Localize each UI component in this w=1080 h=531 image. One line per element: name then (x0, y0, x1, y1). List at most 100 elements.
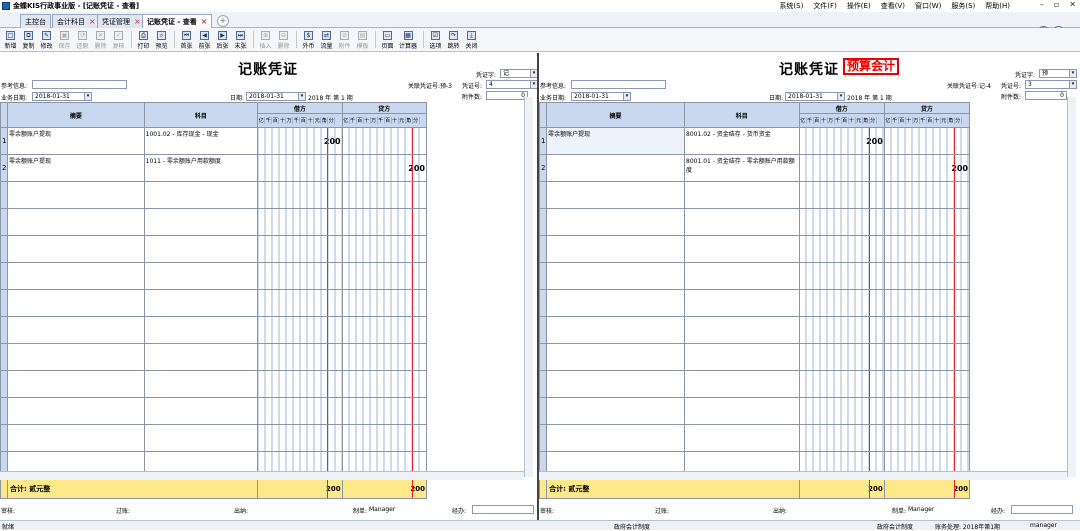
ref-info-input[interactable] (32, 80, 127, 89)
options-button[interactable]: ☑ 选项 (427, 28, 444, 51)
debit-amount-cell[interactable] (798, 181, 885, 209)
currency-button[interactable]: $ 外币 (300, 28, 317, 51)
summary-cell[interactable]: 零余额账户提现 (7, 127, 145, 155)
next-button[interactable]: ▶ 后张 (214, 28, 231, 51)
debit-amount-cell[interactable] (257, 397, 343, 425)
credit-amount-cell[interactable] (341, 289, 428, 317)
table-row[interactable] (0, 370, 428, 398)
summary-cell[interactable] (546, 289, 686, 317)
debit-amount-cell[interactable] (798, 289, 885, 317)
table-row[interactable]: 1 零余额账户提现 1001.02 - 库存现金 - 现金 200 (0, 127, 428, 155)
debit-amount-cell[interactable] (257, 235, 343, 263)
table-row[interactable] (539, 370, 971, 398)
account-cell[interactable] (143, 397, 259, 425)
credit-amount-cell[interactable] (341, 424, 428, 452)
account-cell[interactable] (684, 316, 800, 344)
summary-cell[interactable] (546, 235, 686, 263)
voucher-word-select[interactable]: 记 ▾ (500, 69, 537, 78)
table-row[interactable] (539, 181, 971, 209)
credit-amount-cell[interactable] (883, 316, 971, 344)
table-row[interactable] (539, 424, 971, 452)
handler-input[interactable] (1011, 505, 1073, 514)
account-cell[interactable] (684, 262, 800, 290)
summary-cell[interactable] (7, 181, 145, 209)
table-row[interactable] (0, 343, 428, 371)
credit-amount-cell[interactable] (341, 343, 428, 371)
summary-cell[interactable] (7, 397, 145, 425)
credit-amount-cell[interactable] (341, 370, 428, 398)
credit-amount-cell[interactable] (883, 262, 971, 290)
summary-cell[interactable] (546, 181, 686, 209)
table-row[interactable] (0, 181, 428, 209)
account-cell[interactable] (143, 343, 259, 371)
summary-cell[interactable]: 零余额账户提现 (7, 154, 145, 182)
debit-amount-cell[interactable] (798, 397, 885, 425)
chevron-down-icon[interactable]: ▾ (1069, 81, 1076, 88)
summary-cell[interactable] (546, 154, 686, 182)
account-cell[interactable] (143, 235, 259, 263)
credit-amount-cell[interactable] (341, 262, 428, 290)
debit-amount-cell[interactable] (257, 262, 343, 290)
table-row[interactable]: 2 8001.01 - 资金结存 - 零余额账户用款额度 200 (539, 154, 971, 182)
page-button[interactable]: ▭ 页面 (379, 28, 396, 51)
tab-close-icon[interactable]: × (89, 17, 96, 26)
table-row[interactable] (539, 262, 971, 290)
date-picker[interactable]: 2018-01-31 ▾ (785, 92, 845, 101)
attachments-input[interactable]: 0 (486, 91, 528, 100)
summary-cell[interactable] (546, 208, 686, 236)
debit-amount-cell[interactable] (798, 424, 885, 452)
credit-amount-cell[interactable] (341, 235, 428, 263)
table-row[interactable] (539, 208, 971, 236)
calculator-button[interactable]: ▦ 计算器 (397, 28, 419, 51)
summary-cell[interactable] (546, 397, 686, 425)
account-cell[interactable]: 8001.02 - 资金结存 - 货币资金 (684, 127, 800, 155)
horizontal-scrollbar[interactable] (539, 471, 1067, 480)
menu-help[interactable]: 帮助(H) (985, 1, 1010, 11)
debit-amount-cell[interactable] (257, 370, 343, 398)
prev-button[interactable]: ◀ 前张 (196, 28, 213, 51)
attachments-input[interactable]: 0 (1025, 91, 1067, 100)
copy-button[interactable]: ⧉ 复制 (20, 28, 37, 51)
vertical-scrollbar[interactable] (524, 97, 533, 477)
menu-view[interactable]: 查看(V) (881, 1, 905, 11)
debit-amount-cell[interactable] (257, 208, 343, 236)
chevron-down-icon[interactable]: ▾ (1069, 70, 1076, 77)
account-cell[interactable] (143, 262, 259, 290)
account-cell[interactable] (684, 289, 800, 317)
summary-cell[interactable] (546, 343, 686, 371)
summary-cell[interactable] (7, 289, 145, 317)
debit-amount-cell[interactable] (798, 208, 885, 236)
jump-button[interactable]: ↷ 跳转 (445, 28, 462, 51)
voucher-no-input[interactable]: 4 ▾ (486, 80, 537, 89)
voucher-no-input[interactable]: 3 ▾ (1025, 80, 1077, 89)
credit-amount-cell[interactable] (341, 127, 428, 155)
menu-file[interactable]: 文件(F) (813, 1, 837, 11)
credit-amount-cell[interactable] (341, 181, 428, 209)
account-cell[interactable] (684, 343, 800, 371)
table-row[interactable] (0, 208, 428, 236)
debit-amount-cell[interactable] (798, 316, 885, 344)
table-row[interactable] (539, 289, 971, 317)
debit-amount-cell[interactable] (798, 262, 885, 290)
new-button[interactable]: □ 新增 (2, 28, 19, 51)
account-cell[interactable] (684, 424, 800, 452)
table-row[interactable] (539, 343, 971, 371)
handler-input[interactable] (472, 505, 534, 514)
table-row[interactable] (0, 316, 428, 344)
tab-close-icon[interactable]: × (201, 17, 208, 26)
summary-cell[interactable] (7, 316, 145, 344)
preview-button[interactable]: ⌕ 预览 (153, 28, 170, 51)
debit-amount-cell[interactable] (257, 289, 343, 317)
table-row[interactable] (539, 316, 971, 344)
chevron-down-icon[interactable]: ▾ (530, 81, 537, 88)
table-row[interactable]: 2 零余额账户提现 1011 - 零余额账户用款额度 200 (0, 154, 428, 182)
vertical-scrollbar[interactable] (1067, 97, 1076, 477)
tab-close-icon[interactable]: × (134, 17, 141, 26)
first-button[interactable]: ⏮ 首张 (178, 28, 195, 51)
account-cell[interactable] (143, 316, 259, 344)
account-cell[interactable] (684, 397, 800, 425)
close-window-icon[interactable]: ✕ (1069, 0, 1076, 9)
table-row[interactable] (0, 424, 428, 452)
voucher-word-select[interactable]: 预 ▾ (1039, 69, 1077, 78)
credit-amount-cell[interactable] (883, 208, 971, 236)
